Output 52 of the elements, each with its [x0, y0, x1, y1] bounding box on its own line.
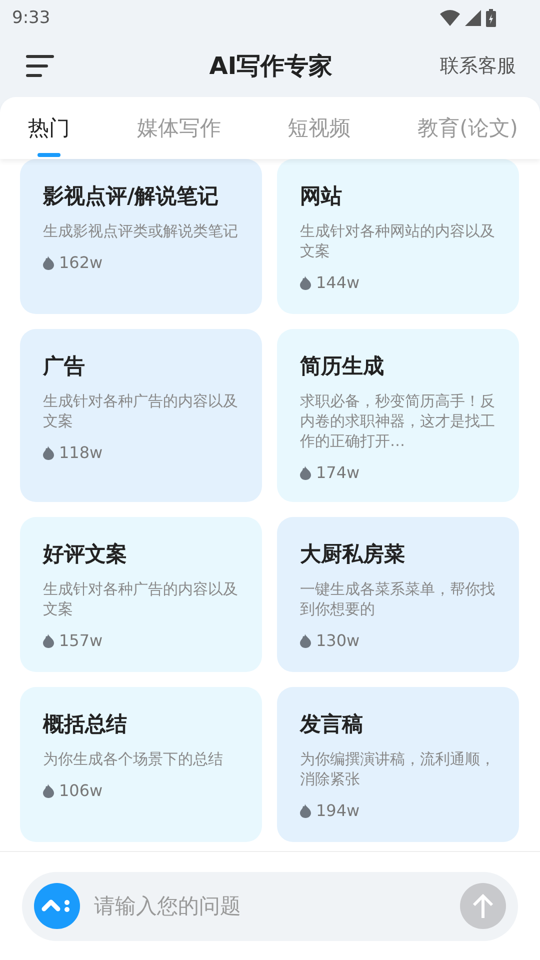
template-card[interactable]: 影视点评/解说笔记 生成影视点评类或解说类笔记 162w	[20, 159, 262, 314]
signal-icon	[465, 10, 481, 26]
card-description: 生成针对各种广告的内容以及文案	[43, 391, 238, 431]
card-description: 生成针对各种网站的内容以及文案	[300, 221, 495, 261]
flame-icon	[300, 466, 311, 480]
arrow-up-icon	[472, 893, 494, 919]
app-title: AI写作专家	[209, 51, 333, 82]
card-title: 简历生成	[300, 353, 385, 380]
usage-count: 130w	[316, 631, 360, 650]
template-card[interactable]: 发言稿 为你编撰演讲稿，流利通顺，消除紧张 194w	[277, 687, 519, 842]
card-title: 网站	[300, 183, 343, 210]
status-time: 9:33	[12, 8, 50, 28]
usage-count: 118w	[59, 443, 103, 462]
flame-icon	[300, 634, 311, 648]
menu-icon[interactable]	[26, 55, 54, 77]
template-card[interactable]: 网站 生成针对各种网站的内容以及文案 144w	[277, 159, 519, 314]
flame-icon	[43, 634, 54, 648]
ai-logo-icon	[34, 883, 80, 929]
customer-service-link[interactable]: 联系客服	[440, 53, 516, 79]
card-description: 求职必备，秒变简历高手！反内卷的求职神器，这才是找工作的正确打开…	[300, 391, 495, 451]
card-title: 概括总结	[43, 711, 128, 738]
card-description: 为你生成各个场景下的总结	[43, 749, 224, 769]
card-title: 影视点评/解说笔记	[43, 183, 220, 210]
usage-count: 157w	[59, 631, 103, 650]
flame-icon	[300, 276, 311, 290]
card-description: 生成影视点评类或解说类笔记	[43, 221, 238, 241]
usage-count: 194w	[316, 801, 360, 820]
card-title: 好评文案	[43, 541, 128, 568]
card-description: 为你编撰演讲稿，流利通顺，消除紧张	[300, 749, 495, 789]
card-title: 大厨私房菜	[300, 541, 406, 568]
card-title: 发言稿	[300, 711, 364, 738]
question-input-field[interactable]: 请输入您的问题	[92, 893, 448, 919]
template-card[interactable]: 简历生成 求职必备，秒变简历高手！反内卷的求职神器，这才是找工作的正确打开… 174w	[277, 329, 519, 502]
battery-icon	[486, 8, 496, 26]
template-card[interactable]: 好评文案 生成针对各种广告的内容以及文案 157w	[20, 517, 262, 672]
card-description: 一键生成各菜系菜单，帮你找到你想要的	[300, 579, 495, 619]
question-input-field[interactable]: 请输入您的问题	[22, 872, 518, 940]
flame-icon	[43, 784, 54, 798]
usage-count: 162w	[59, 253, 103, 272]
template-card[interactable]: 广告 生成针对各种广告的内容以及文案 118w	[20, 329, 262, 502]
usage-count: 144w	[316, 273, 360, 292]
flame-icon	[43, 256, 54, 270]
template-card[interactable]: 大厨私房菜 一键生成各菜系菜单，帮你找到你想要的 130w	[277, 517, 519, 672]
template-card[interactable]: 概括总结 为你生成各个场景下的总结 106w	[20, 687, 262, 842]
usage-count: 106w	[59, 781, 103, 800]
flame-icon	[300, 804, 311, 818]
wifi-icon	[440, 10, 460, 26]
usage-count: 174w	[316, 463, 360, 482]
category-tab[interactable]: 热门	[28, 97, 70, 159]
card-description: 生成针对各种广告的内容以及文案	[43, 579, 238, 619]
card-title: 广告	[43, 353, 86, 380]
flame-icon	[43, 446, 54, 460]
